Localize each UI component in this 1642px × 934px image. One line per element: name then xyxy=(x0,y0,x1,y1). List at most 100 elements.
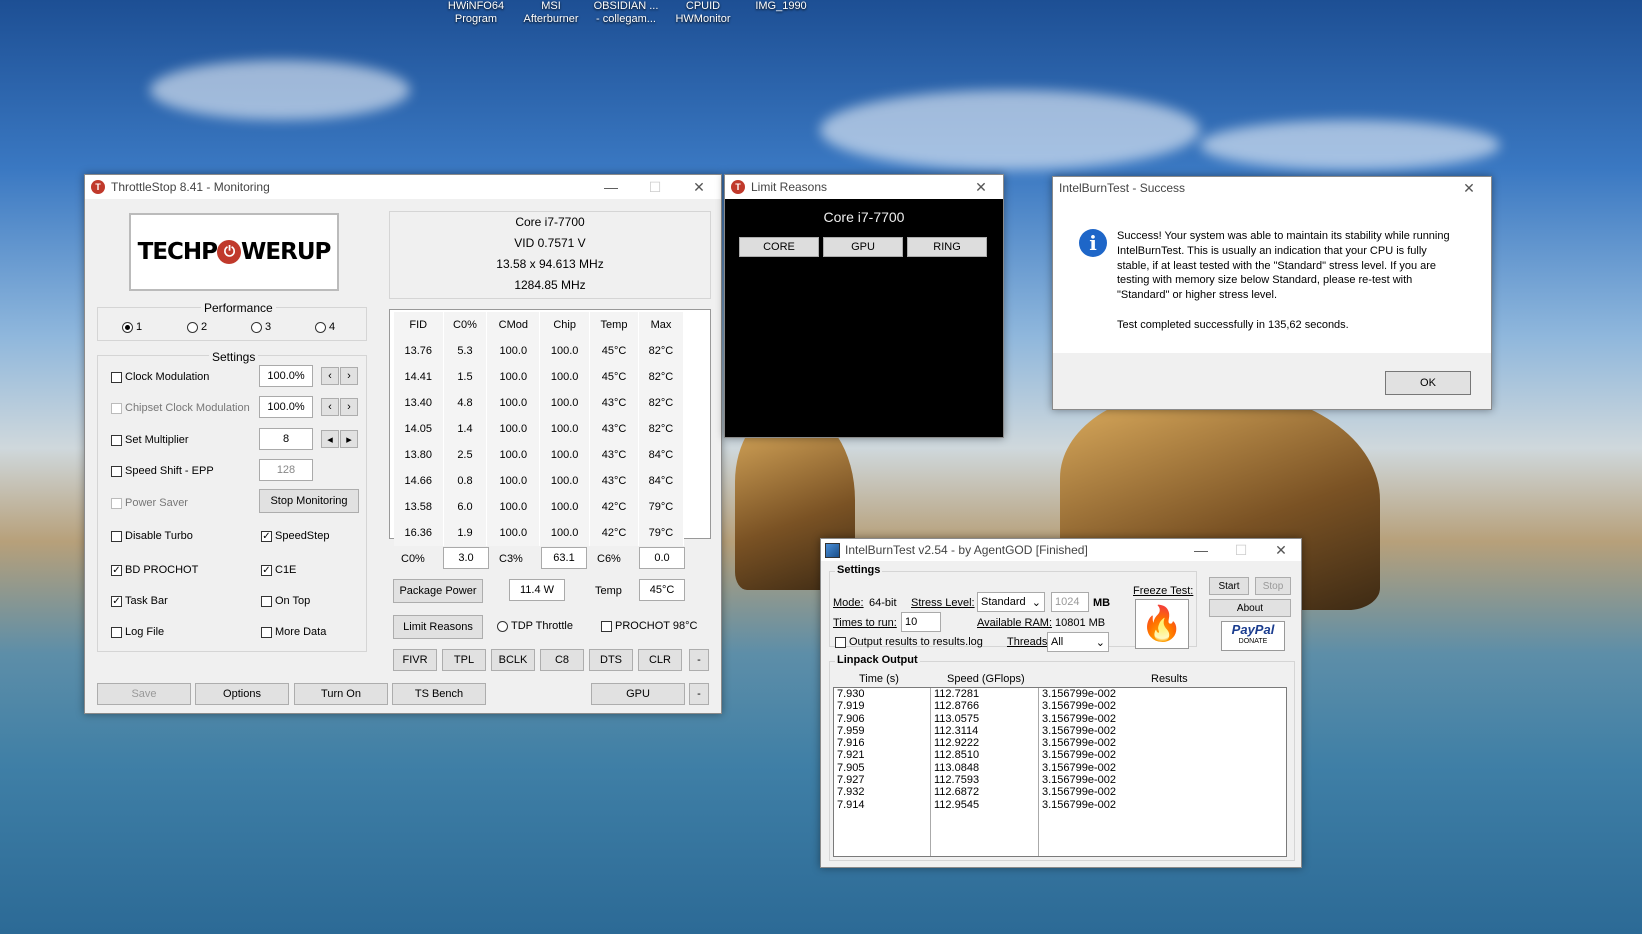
ts-bench-button[interactable]: TS Bench xyxy=(392,683,486,705)
gpu-button[interactable]: GPU xyxy=(591,683,685,705)
stop-monitoring-button[interactable]: Stop Monitoring xyxy=(259,489,359,513)
times-to-run-input[interactable]: 10 xyxy=(901,612,941,632)
titlebar[interactable]: IntelBurnTest v2.54 - by AgentGOD [Finis… xyxy=(821,539,1301,561)
close-icon[interactable]: ✕ xyxy=(1261,542,1301,559)
multiplier-value[interactable]: 8 xyxy=(259,428,313,450)
profile-radio-2[interactable] xyxy=(187,322,198,333)
ok-button[interactable]: OK xyxy=(1385,371,1471,395)
list-item: 7.914 xyxy=(837,798,865,811)
bd-prochot-checkbox[interactable]: ✓ xyxy=(111,565,122,576)
task-bar-checkbox[interactable]: ✓ xyxy=(111,596,122,607)
profile-radio-3[interactable] xyxy=(251,322,262,333)
table-cell: 100.0 xyxy=(539,520,591,546)
epp-value[interactable]: 128 xyxy=(259,459,313,481)
core-button[interactable]: CORE xyxy=(739,237,819,257)
start-button[interactable]: Start xyxy=(1209,577,1249,595)
dts-button[interactable]: DTS xyxy=(589,649,633,671)
list-item: 112.6872 xyxy=(934,786,980,799)
table-cell: 13.58 xyxy=(394,494,444,520)
about-button[interactable]: About xyxy=(1209,599,1291,617)
expand-button[interactable]: - xyxy=(689,649,709,671)
list-item: 7.921 xyxy=(837,749,865,762)
spin-down-icon[interactable]: ‹ xyxy=(321,398,339,416)
clock-modulation-checkbox[interactable] xyxy=(111,372,122,383)
log-file-checkbox[interactable] xyxy=(111,627,122,638)
close-icon[interactable]: ✕ xyxy=(959,179,1003,196)
chipset-clock-value[interactable]: 100.0% xyxy=(259,396,313,418)
expand-button[interactable]: - xyxy=(689,683,709,705)
desktop-icon-hwinfo[interactable]: HWiNFO64 Program xyxy=(441,0,511,26)
prochot-checkbox[interactable] xyxy=(601,621,612,632)
threads-select[interactable]: All ⌄ xyxy=(1047,632,1109,652)
close-icon[interactable]: ✕ xyxy=(677,179,721,196)
titlebar[interactable]: T ThrottleStop 8.41 - Monitoring — ☐ ✕ xyxy=(85,175,721,199)
stop-button[interactable]: Stop xyxy=(1255,577,1291,595)
c1e-label: C1E xyxy=(275,564,297,576)
speedstep-checkbox[interactable]: ✓ xyxy=(261,531,272,542)
column-header: Max xyxy=(638,312,685,338)
turn-on-button[interactable]: Turn On xyxy=(294,683,388,705)
power-saver-checkbox[interactable] xyxy=(111,498,122,509)
core-table-frame: FID C0% CMod Chip Temp Max 13.76 5.3 100.0… xyxy=(389,309,711,546)
profile-radio-4[interactable] xyxy=(315,322,326,333)
output-log-checkbox[interactable] xyxy=(835,637,846,648)
tpl-button[interactable]: TPL xyxy=(442,649,486,671)
spin-down-icon[interactable]: ‹ xyxy=(321,367,339,385)
temp-label: Temp xyxy=(595,585,622,597)
c6-value: 0.0 xyxy=(639,547,685,569)
cpu-name: Core i7-7700 xyxy=(515,215,585,229)
chevron-down-icon: ⌄ xyxy=(1031,596,1041,609)
table-cell: 1.4 xyxy=(443,416,488,442)
desktop-icon-label: IMG_1990 xyxy=(755,0,807,12)
table-cell: 14.66 xyxy=(394,468,444,494)
close-icon[interactable]: ✕ xyxy=(1447,180,1491,197)
window-title: IntelBurnTest v2.54 - by AgentGOD [Finis… xyxy=(845,543,1088,557)
titlebar[interactable]: T Limit Reasons ✕ xyxy=(725,175,1003,199)
linpack-results-list[interactable]: 7.930 7.919 7.906 7.959 7.916 7.921 7.905 7.927… xyxy=(833,687,1287,857)
save-button[interactable]: Save xyxy=(97,683,191,705)
table-cell: 82°C xyxy=(638,338,685,364)
table-cell: 1.5 xyxy=(443,364,488,390)
table-cell: 84°C xyxy=(638,468,685,494)
c8-button[interactable]: C8 xyxy=(540,649,584,671)
options-button[interactable]: Options xyxy=(195,683,289,705)
maximize-icon[interactable]: ☐ xyxy=(633,179,677,196)
spin-up-icon[interactable]: › xyxy=(340,398,358,416)
speed-shift-checkbox[interactable] xyxy=(111,466,122,477)
more-data-checkbox[interactable] xyxy=(261,627,272,638)
c1e-checkbox[interactable]: ✓ xyxy=(261,565,272,576)
limit-reasons-button[interactable]: Limit Reasons xyxy=(393,615,483,639)
profile-radio-1[interactable] xyxy=(122,322,133,333)
chipset-clock-modulation-checkbox[interactable] xyxy=(111,403,122,414)
column-header: Chip xyxy=(539,312,591,338)
spin-down-icon[interactable]: ◂ xyxy=(321,430,339,448)
disable-turbo-checkbox[interactable] xyxy=(111,531,122,542)
table-cell: 13.40 xyxy=(394,390,444,416)
fivr-button[interactable]: FIVR xyxy=(393,649,437,671)
set-multiplier-checkbox[interactable] xyxy=(111,435,122,446)
package-power-button[interactable]: Package Power xyxy=(393,579,483,603)
desktop-icon-afterburner[interactable]: MSI Afterburner xyxy=(516,0,586,26)
spin-up-icon[interactable]: ▸ xyxy=(340,430,358,448)
spin-up-icon[interactable]: › xyxy=(340,367,358,385)
titlebar[interactable]: IntelBurnTest - Success ✕ xyxy=(1053,177,1491,199)
memory-size-input[interactable]: 1024 xyxy=(1051,592,1089,612)
gpu-limit-button[interactable]: GPU xyxy=(823,237,903,257)
desktop-icon-obsidian[interactable]: OBSIDIAN ... - collegam... xyxy=(591,0,661,26)
paypal-donate-button[interactable]: PayPal DONATE xyxy=(1221,621,1285,651)
maximize-icon[interactable]: ☐ xyxy=(1221,542,1261,559)
tdp-throttle-radio[interactable] xyxy=(497,621,508,632)
flame-icon[interactable]: 🔥 xyxy=(1135,599,1189,649)
minimize-icon[interactable]: — xyxy=(1181,542,1221,558)
desktop-icon-img1990[interactable]: IMG_1990 xyxy=(746,0,816,13)
available-ram-value: 10801 MB xyxy=(1055,617,1106,629)
bclk-button[interactable]: BCLK xyxy=(491,649,535,671)
stress-level-select[interactable]: Standard ⌄ xyxy=(977,592,1045,612)
column-header: FID xyxy=(394,312,444,338)
on-top-checkbox[interactable] xyxy=(261,596,272,607)
minimize-icon[interactable]: — xyxy=(589,179,633,195)
clr-button[interactable]: CLR xyxy=(638,649,682,671)
clock-modulation-value[interactable]: 100.0% xyxy=(259,365,313,387)
ring-button[interactable]: RING xyxy=(907,237,987,257)
desktop-icon-hwmonitor[interactable]: CPUID HWMonitor xyxy=(668,0,738,26)
